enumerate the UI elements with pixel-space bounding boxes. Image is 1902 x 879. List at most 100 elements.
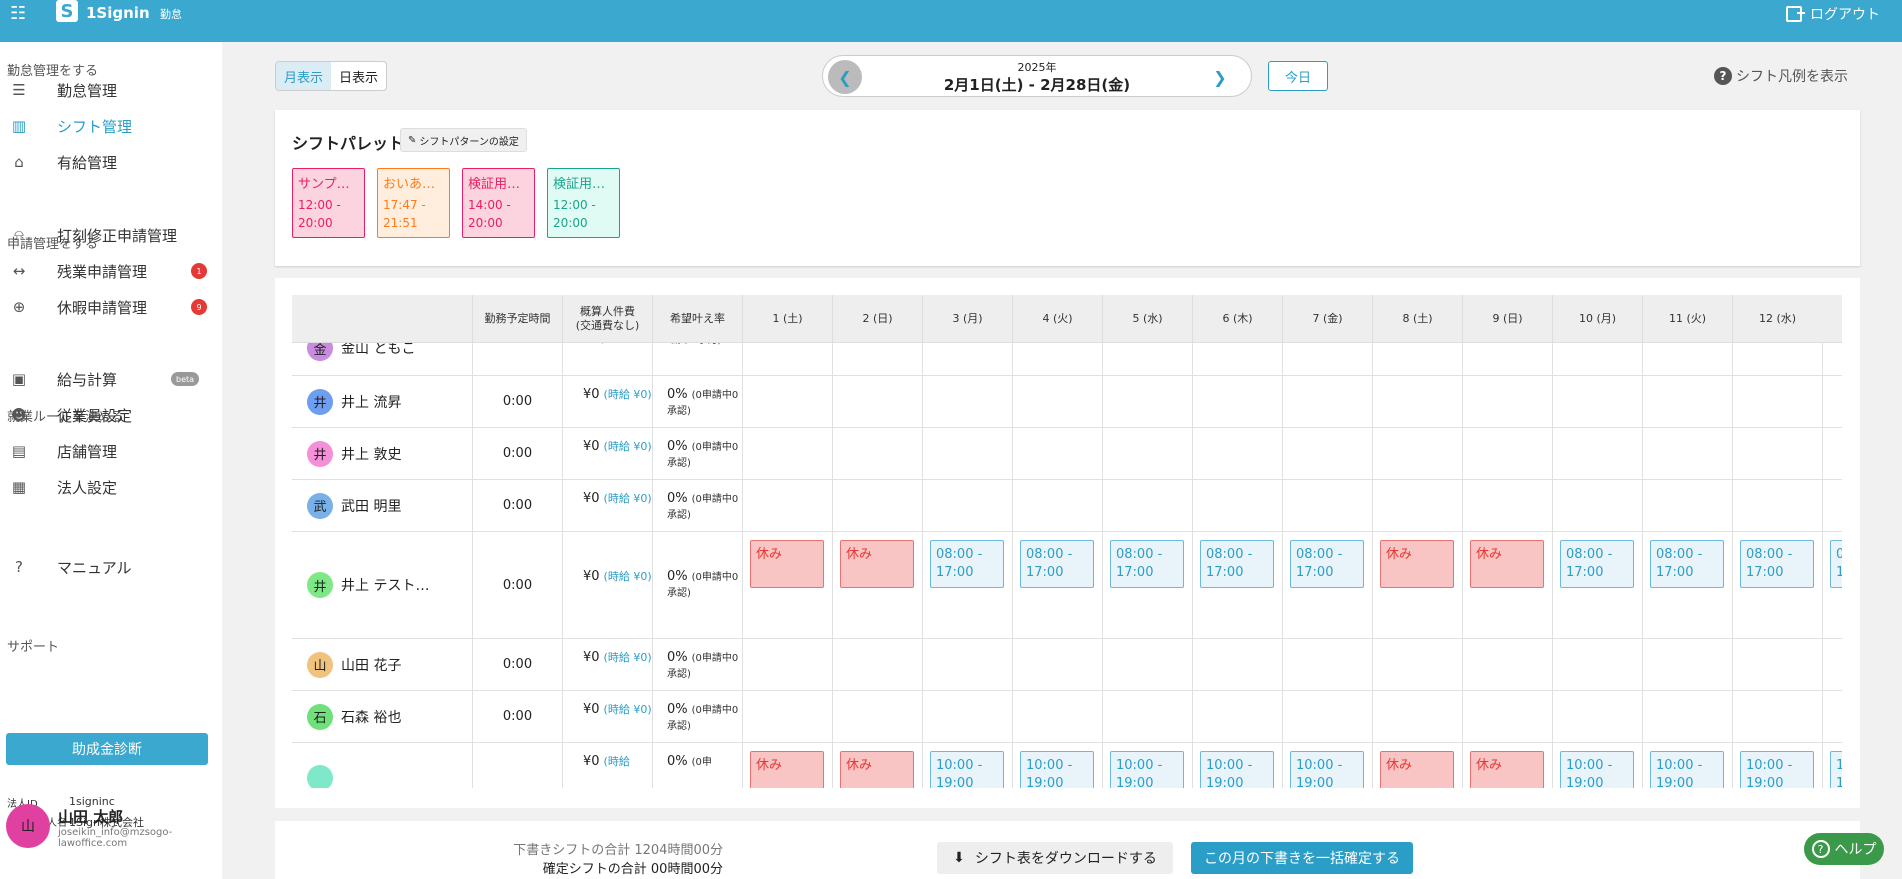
sidebar-item[interactable]: ▣ 給与計算 beta <box>0 361 222 397</box>
day-cell[interactable]: 休み <box>832 532 922 638</box>
day-cell[interactable] <box>1552 639 1642 690</box>
work-shift[interactable]: 10:00 - 19:00 <box>930 751 1004 788</box>
day-cell[interactable] <box>1552 480 1642 531</box>
day-cell[interactable] <box>742 480 832 531</box>
day-cell[interactable] <box>1012 343 1102 375</box>
work-shift[interactable]: 08:00 - 17:00 <box>1020 540 1094 588</box>
day-cell[interactable]: 10:00 - 19:00 <box>1282 743 1372 788</box>
sidebar-item[interactable]: ▥ シフト管理 <box>0 108 222 144</box>
day-cell[interactable] <box>1102 639 1192 690</box>
day-cell[interactable] <box>1732 480 1822 531</box>
day-cell[interactable] <box>1462 480 1552 531</box>
day-cell[interactable] <box>1462 343 1552 375</box>
day-cell[interactable] <box>1102 691 1192 742</box>
day-cell[interactable] <box>1642 343 1732 375</box>
work-shift[interactable]: 10:00 - 19:00 <box>1020 751 1094 788</box>
day-cell[interactable] <box>1282 343 1372 375</box>
day-cell[interactable] <box>1372 639 1462 690</box>
day-cell[interactable]: 08:00 - 17:00 <box>1282 532 1372 638</box>
day-cell[interactable] <box>742 343 832 375</box>
day-cell[interactable] <box>1642 480 1732 531</box>
sidebar-item[interactable]: ☻ 従業員設定 <box>0 397 222 433</box>
confirm-drafts-button[interactable]: この月の下書きを一括確定する <box>1191 842 1413 874</box>
day-cell[interactable] <box>1192 691 1282 742</box>
day-cell[interactable]: 08:00 - 17:00 <box>922 532 1012 638</box>
day-off-shift[interactable]: 休み <box>1470 540 1544 588</box>
day-cell[interactable] <box>1552 343 1642 375</box>
table-body[interactable]: 金金山 ともこ¥0)請中0承認)井井上 流昇0:00¥0(時給 ¥0)0%(0申… <box>292 343 1842 788</box>
work-shift[interactable]: 10:00 - 19:00 <box>1560 751 1634 788</box>
work-shift[interactable]: 08:00 - 17:00 <box>1200 540 1274 588</box>
day-cell[interactable] <box>1372 480 1462 531</box>
day-cell[interactable] <box>832 639 922 690</box>
day-cell[interactable] <box>1192 343 1282 375</box>
employee-cell[interactable]: 井井上 敦史 <box>292 428 472 479</box>
apps-grid-icon[interactable]: ☷ <box>10 5 26 23</box>
day-cell[interactable] <box>832 376 922 427</box>
day-cell[interactable] <box>1282 428 1372 479</box>
day-cell[interactable] <box>1552 691 1642 742</box>
work-shift[interactable]: 08:00 - 17:00 <box>1650 540 1724 588</box>
day-cell[interactable] <box>922 639 1012 690</box>
day-cell[interactable]: 休み <box>1462 743 1552 788</box>
work-shift[interactable]: 08:00 - 17:00 <box>1740 540 1814 588</box>
day-cell[interactable] <box>1732 376 1822 427</box>
month-view-button[interactable]: 月表示 <box>276 62 332 90</box>
day-cell[interactable] <box>1642 428 1732 479</box>
logout-button[interactable]: ログアウト <box>1786 4 1880 24</box>
day-cell[interactable] <box>1282 639 1372 690</box>
day-cell[interactable] <box>1462 691 1552 742</box>
work-shift[interactable]: 08:00 - 17:00 <box>1560 540 1634 588</box>
work-shift[interactable]: 01 <box>1830 540 1842 588</box>
day-cell[interactable] <box>1192 639 1282 690</box>
day-cell[interactable] <box>1822 480 1842 531</box>
day-cell[interactable] <box>1822 691 1842 742</box>
sidebar-item[interactable]: ⊕ 休暇申請管理 9 <box>0 289 222 325</box>
day-cell[interactable]: 08:00 - 17:00 <box>1012 532 1102 638</box>
day-cell[interactable] <box>922 428 1012 479</box>
day-cell[interactable] <box>1732 428 1822 479</box>
day-cell[interactable] <box>922 480 1012 531</box>
day-cell[interactable] <box>1372 691 1462 742</box>
day-cell[interactable]: 10:00 - 19:00 <box>922 743 1012 788</box>
shift-pattern-chip[interactable]: サンプル… 12:00 - 20:00 <box>292 168 365 238</box>
sidebar-item[interactable]: ? マニュアル <box>0 549 222 585</box>
day-cell[interactable]: 08:00 - 17:00 <box>1102 532 1192 638</box>
work-shift[interactable]: 11 <box>1830 751 1842 788</box>
day-cell[interactable]: 08:00 - 17:00 <box>1642 532 1732 638</box>
work-shift[interactable]: 10:00 - 19:00 <box>1290 751 1364 788</box>
subsidy-button[interactable]: 助成金診断 <box>6 733 208 765</box>
day-cell[interactable] <box>1192 376 1282 427</box>
day-cell[interactable] <box>1012 639 1102 690</box>
day-cell[interactable] <box>1192 480 1282 531</box>
day-cell[interactable] <box>1732 343 1822 375</box>
shift-legend-link[interactable]: ? シフト凡例を表示 <box>1714 66 1848 86</box>
day-cell[interactable] <box>1012 376 1102 427</box>
work-shift[interactable]: 08:00 - 17:00 <box>1110 540 1184 588</box>
work-shift[interactable]: 08:00 - 17:00 <box>930 540 1004 588</box>
day-cell[interactable] <box>742 639 832 690</box>
day-cell[interactable]: 10:00 - 19:00 <box>1192 743 1282 788</box>
day-cell[interactable] <box>1552 376 1642 427</box>
day-cell[interactable] <box>1552 428 1642 479</box>
day-cell[interactable] <box>742 428 832 479</box>
day-off-shift[interactable]: 休み <box>750 540 824 588</box>
day-cell[interactable]: 11 <box>1822 743 1842 788</box>
day-cell[interactable] <box>742 691 832 742</box>
day-cell[interactable] <box>832 343 922 375</box>
day-cell[interactable]: 08:00 - 17:00 <box>1732 532 1822 638</box>
day-cell[interactable] <box>1102 480 1192 531</box>
day-cell[interactable] <box>1012 428 1102 479</box>
day-cell[interactable]: 10:00 - 19:00 <box>1552 743 1642 788</box>
day-cell[interactable]: 10:00 - 19:00 <box>1102 743 1192 788</box>
day-cell[interactable] <box>1732 639 1822 690</box>
shift-pattern-chip[interactable]: 検証用シ… 12:00 - 20:00 <box>547 168 620 238</box>
sidebar-item[interactable]: ▦ 法人設定 <box>0 469 222 505</box>
day-cell[interactable] <box>1462 376 1552 427</box>
avatar[interactable]: 山 <box>6 804 50 848</box>
shift-pattern-settings-button[interactable]: ✎ シフトパターンの設定 <box>400 128 527 152</box>
day-cell[interactable]: 休み <box>742 743 832 788</box>
day-off-shift[interactable]: 休み <box>1470 751 1544 788</box>
work-shift[interactable]: 08:00 - 17:00 <box>1290 540 1364 588</box>
day-cell[interactable]: 休み <box>1372 743 1462 788</box>
